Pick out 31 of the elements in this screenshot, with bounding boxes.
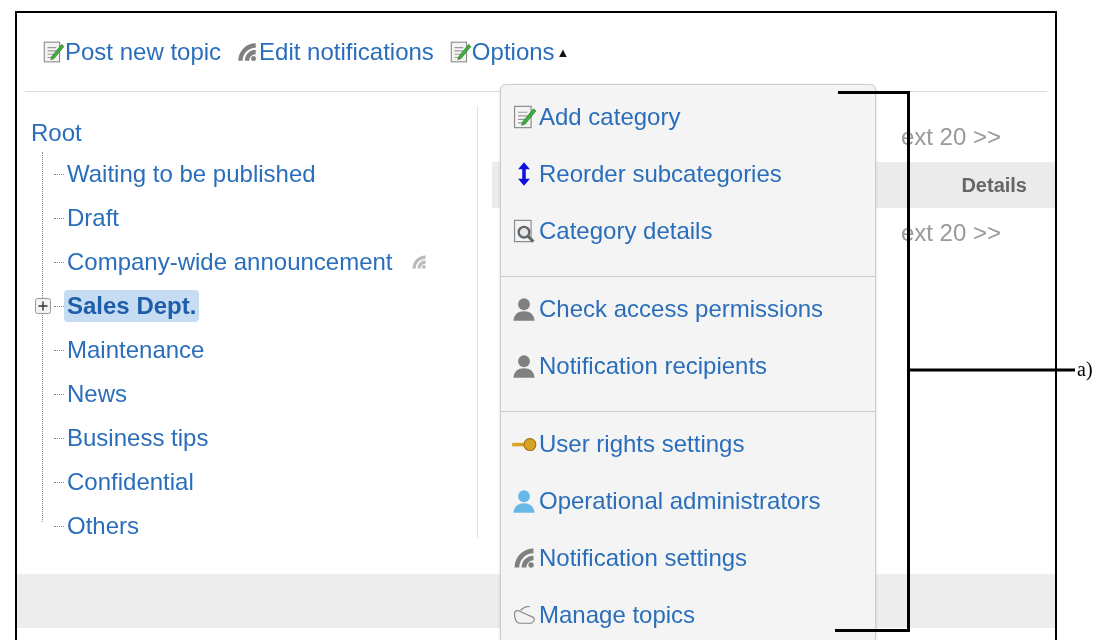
tree-item[interactable]: Confidential	[64, 466, 197, 498]
menu-item[interactable]: Notification recipients	[501, 337, 875, 394]
person-icon	[511, 352, 537, 379]
tree-item[interactable]: Waiting to be published	[64, 158, 319, 190]
menu-item[interactable]: Check access permissions	[501, 280, 875, 337]
caret-icon: ▲	[556, 44, 570, 60]
tree-item[interactable]: Business tips	[64, 422, 212, 454]
tree-item[interactable]: Root	[31, 118, 82, 148]
column-header: Details	[961, 173, 1027, 197]
menu-item[interactable]: Manage topics	[501, 586, 875, 640]
menu-item[interactable]: Add category	[501, 88, 875, 145]
menu-item[interactable]: Notification settings	[501, 529, 875, 586]
person-icon	[511, 295, 537, 322]
tree-item[interactable]: Sales Dept.	[64, 290, 200, 322]
tree-item[interactable]: Draft	[64, 202, 122, 234]
menu-item[interactable]: User rights settings	[501, 415, 875, 472]
note-pencil-icon	[41, 40, 65, 64]
link-label: Options	[471, 38, 555, 66]
note-pencil-icon	[511, 103, 537, 130]
document-magnifier-icon	[511, 217, 537, 244]
tree-item[interactable]: Company-wide announcement	[64, 246, 396, 278]
expand-plus-icon[interactable]	[35, 298, 51, 314]
menu-item[interactable]: Reorder subcategories	[501, 145, 875, 202]
callout-label: a)	[1077, 358, 1093, 381]
toolbar-link[interactable]: Options▲	[447, 38, 570, 66]
tree-item[interactable]: Others	[64, 510, 143, 542]
tree-item[interactable]: Maintenance	[64, 334, 208, 366]
person-icon	[511, 487, 537, 514]
menu-item[interactable]: Category details	[501, 202, 875, 259]
menu-item[interactable]: Operational administrators	[501, 472, 875, 529]
tree-item[interactable]: News	[64, 378, 130, 410]
